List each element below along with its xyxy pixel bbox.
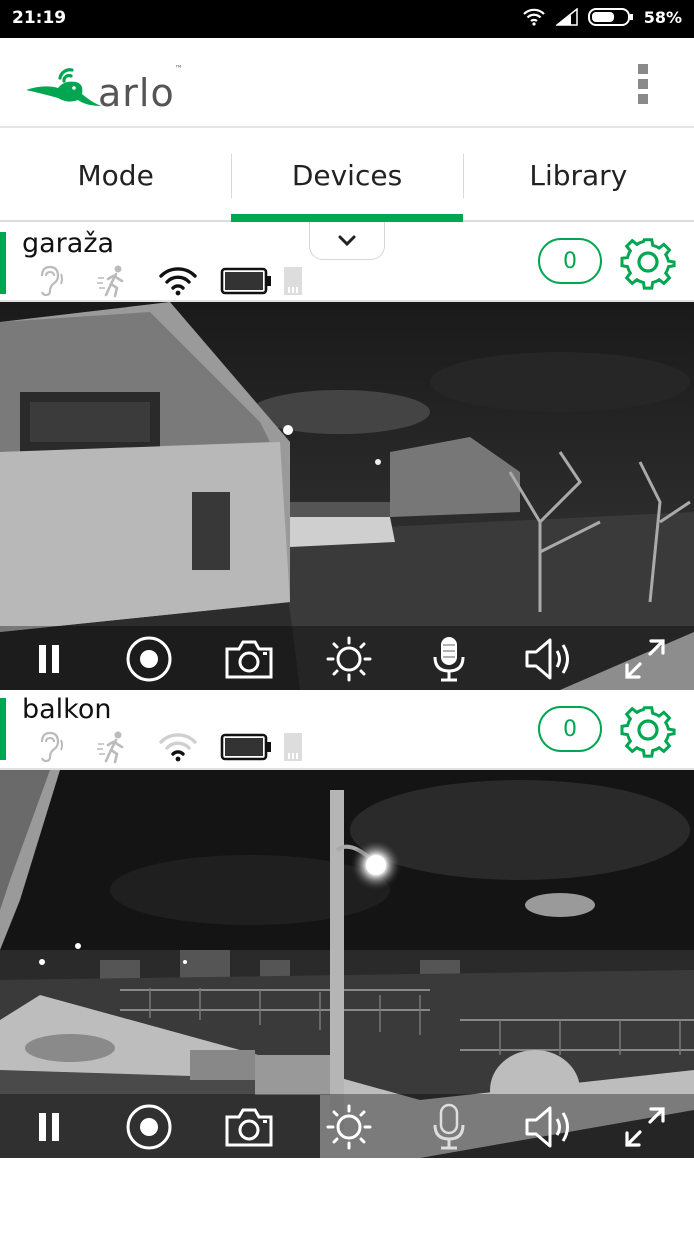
- fullscreen-icon[interactable]: [620, 1102, 670, 1152]
- device-header-balkon[interactable]: balkon 0: [0, 690, 694, 768]
- tab-devices-label: Devices: [291, 158, 403, 192]
- record-icon[interactable]: [124, 1102, 174, 1152]
- playback-controls: [0, 1094, 694, 1158]
- camera-feed-garaza[interactable]: [0, 302, 694, 690]
- microphone-icon[interactable]: [424, 1102, 474, 1152]
- brand-name: arlo: [98, 71, 175, 115]
- playback-controls: [0, 626, 694, 690]
- tab-devices[interactable]: Devices: [231, 130, 463, 222]
- brightness-icon[interactable]: [324, 634, 374, 684]
- collapse-toggle-button[interactable]: [309, 222, 385, 260]
- camera-feed-balkon[interactable]: [0, 770, 694, 1158]
- speaker-icon[interactable]: [524, 634, 574, 684]
- sd-card-icon: [282, 264, 344, 298]
- battery-status-icon: [587, 8, 633, 26]
- wifi-icon: [158, 730, 220, 764]
- battery-percent: 58%: [643, 7, 682, 27]
- gear-icon[interactable]: [620, 702, 676, 758]
- wifi-signal-icon: [522, 8, 545, 26]
- wifi-icon: [158, 264, 220, 298]
- hearing-icon: [34, 264, 96, 298]
- motion-icon: [96, 730, 158, 764]
- app-bar: arlo ™: [0, 38, 694, 128]
- microphone-icon[interactable]: [424, 634, 474, 684]
- device-accent-bar: [0, 698, 6, 760]
- brightness-icon[interactable]: [324, 1102, 374, 1152]
- arlo-logo[interactable]: arlo ™: [24, 60, 183, 112]
- battery-icon: [220, 730, 282, 764]
- battery-icon: [220, 264, 282, 298]
- sd-card-icon: [282, 730, 344, 764]
- tab-library-label: Library: [529, 158, 628, 192]
- motion-icon: [96, 264, 158, 298]
- device-accent-bar: [0, 232, 6, 294]
- pause-icon[interactable]: [24, 1102, 74, 1152]
- tab-mode[interactable]: Mode: [0, 130, 231, 220]
- device-name: balkon: [22, 694, 112, 725]
- snapshot-icon[interactable]: [224, 1102, 274, 1152]
- chevron-down-icon: [338, 235, 356, 246]
- status-bar: 21:19 58%: [0, 0, 694, 38]
- overflow-menu-icon[interactable]: [636, 64, 650, 104]
- tab-mode-label: Mode: [77, 158, 154, 192]
- tab-library[interactable]: Library: [462, 130, 694, 220]
- status-time: 21:19: [12, 8, 67, 28]
- clip-count-badge[interactable]: 0: [538, 706, 602, 752]
- cell-signal-icon: [555, 8, 578, 26]
- fullscreen-icon[interactable]: [620, 634, 670, 684]
- record-icon[interactable]: [124, 634, 174, 684]
- pause-icon[interactable]: [24, 634, 74, 684]
- hummingbird-icon: [26, 68, 102, 106]
- device-name: garaža: [22, 228, 115, 259]
- clip-count-badge[interactable]: 0: [538, 238, 602, 284]
- brand-trademark: ™: [174, 64, 183, 73]
- speaker-icon[interactable]: [524, 1102, 574, 1152]
- snapshot-icon[interactable]: [224, 634, 274, 684]
- main-tabs: Mode Devices Library: [0, 130, 694, 222]
- hearing-icon: [34, 730, 96, 764]
- gear-icon[interactable]: [620, 234, 676, 290]
